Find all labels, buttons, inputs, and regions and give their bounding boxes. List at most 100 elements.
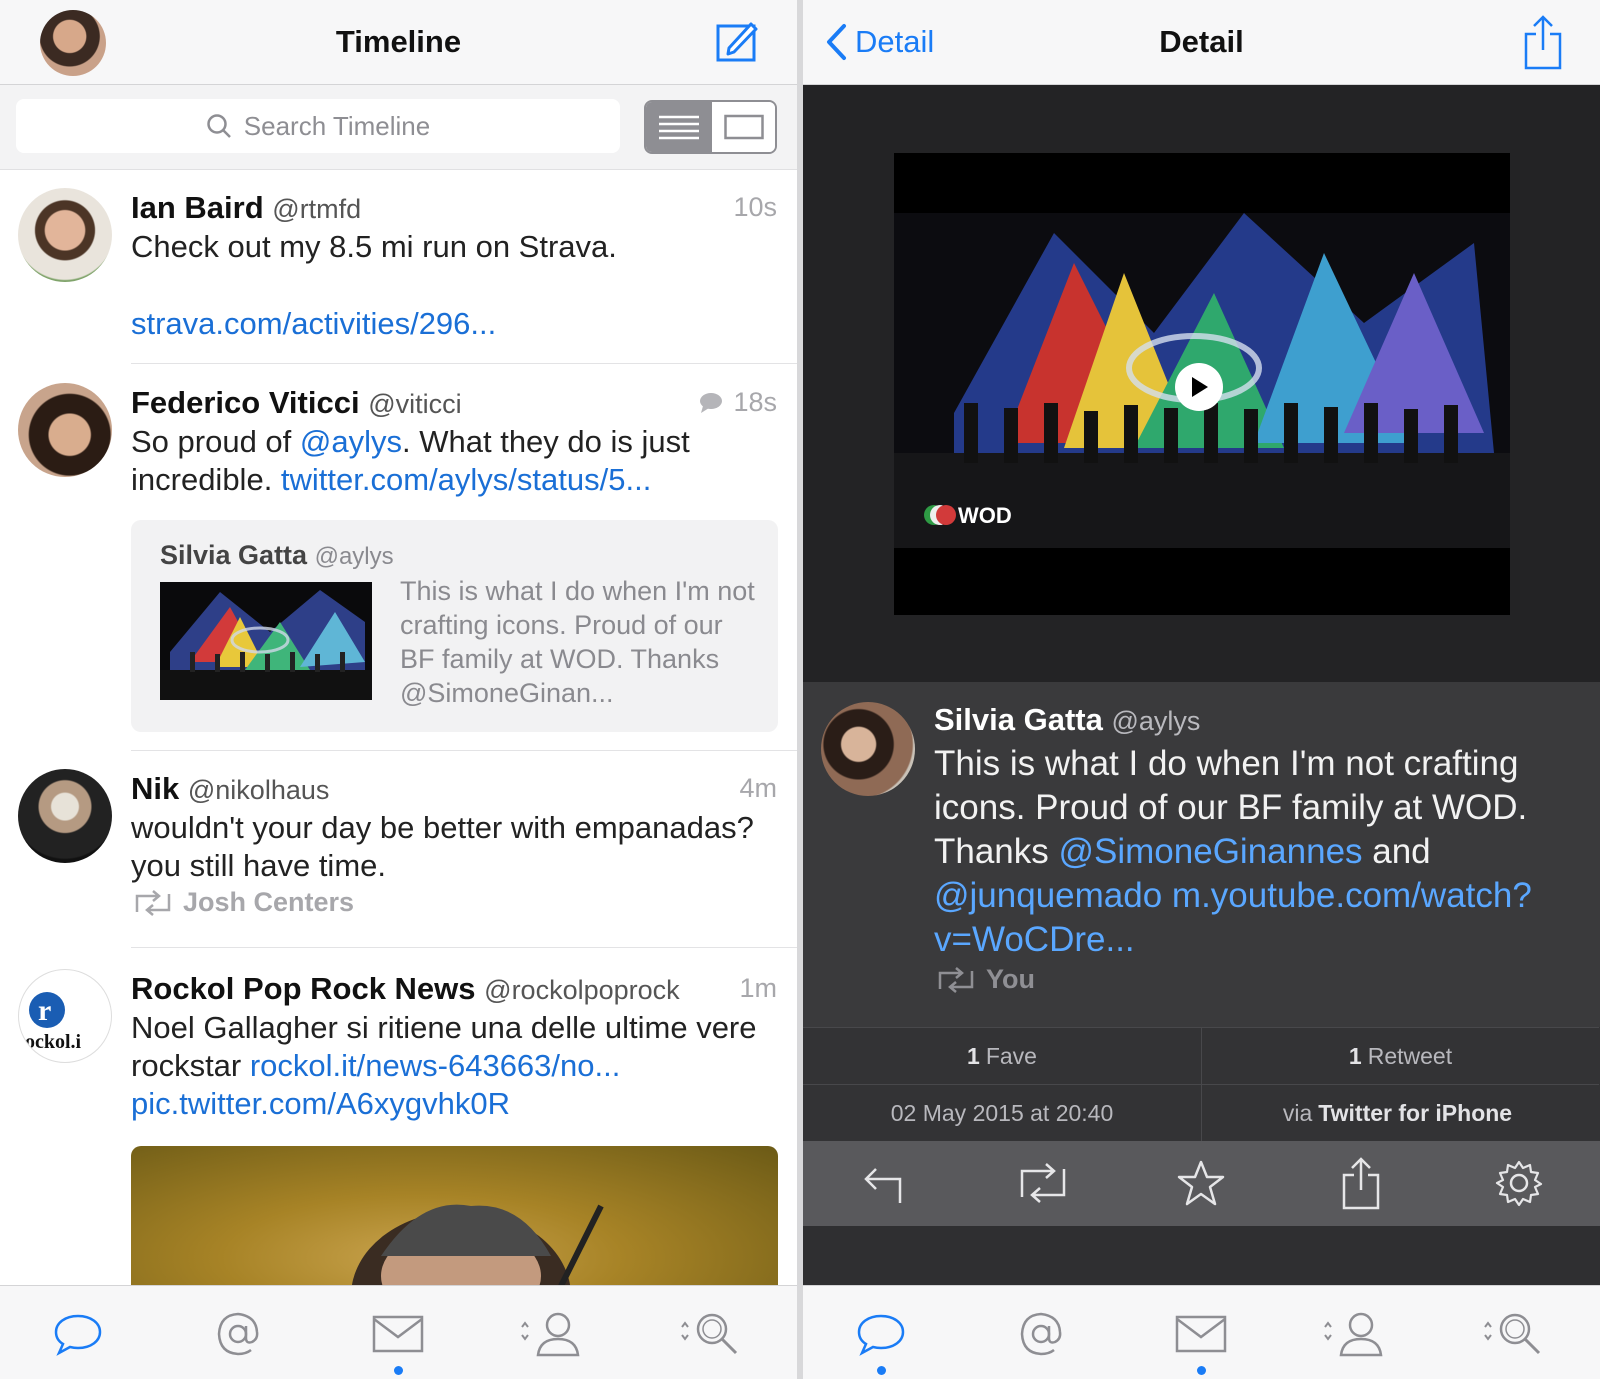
quoted-author: Silvia Gatta @aylys	[160, 540, 394, 571]
avatar[interactable]: r ockol.i	[18, 969, 112, 1063]
page-title: Detail	[1159, 24, 1244, 59]
tweet-link[interactable]: rockol.it/news-643663/no...	[250, 1048, 621, 1083]
timestamp-group: 18s	[699, 387, 777, 418]
active-indicator	[877, 1366, 886, 1375]
timestamp: 1m	[739, 973, 777, 1003]
video-thumbnail[interactable]	[160, 582, 372, 700]
mentions-tab-icon	[217, 1312, 259, 1356]
search-input[interactable]: Search Timeline	[16, 99, 620, 153]
timeline-tab-icon	[54, 1314, 102, 1356]
photo-link[interactable]: pic.twitter.com/A6xygvhk0R	[131, 1086, 510, 1121]
avatar[interactable]	[18, 188, 112, 282]
tab-timeline[interactable]	[851, 1304, 911, 1364]
author-name[interactable]: Silvia Gatta	[934, 702, 1103, 737]
detail-tweet: Silvia Gatta @aylys This is what I do wh…	[803, 682, 1600, 1027]
tab-mentions[interactable]	[1011, 1304, 1071, 1364]
tab-profile[interactable]	[1319, 1304, 1389, 1364]
retweet-button[interactable]	[1013, 1155, 1073, 1211]
retweets-count[interactable]: 1 Retweet	[1201, 1027, 1599, 1084]
view-mode-toggle[interactable]	[644, 100, 777, 154]
tab-messages[interactable]	[1171, 1304, 1231, 1364]
tweet-text-part: So proud of	[131, 424, 300, 459]
avatar[interactable]	[18, 769, 112, 863]
faves-count[interactable]: 1 Fave	[803, 1027, 1201, 1084]
mentions-tab-icon	[1020, 1312, 1062, 1356]
app-root: Timeline Search Timeline Ian Baird @rtmf…	[0, 0, 1600, 1379]
list-view-button[interactable]	[646, 102, 712, 152]
tab-search[interactable]	[1479, 1304, 1549, 1364]
retweet-icon	[1020, 1163, 1066, 1203]
search-icon	[207, 114, 231, 138]
avatar[interactable]	[821, 702, 915, 796]
tweet-text: So proud of @aylys. What they do is just…	[131, 423, 767, 499]
tweet-text: Noel Gallagher si ritiene una delle ulti…	[131, 1009, 767, 1123]
share-icon[interactable]	[1522, 14, 1564, 70]
tweet-date: 02 May 2015 at 20:40	[803, 1084, 1201, 1141]
tab-messages[interactable]	[368, 1304, 428, 1364]
retweeter-name[interactable]: Josh Centers	[183, 887, 354, 918]
card-view-button[interactable]	[712, 102, 775, 152]
retweets-label: Retweet	[1367, 1042, 1453, 1069]
timeline-pane: Timeline Search Timeline Ian Baird @rtmf…	[0, 0, 797, 1379]
via-app: Twitter for iPhone	[1318, 1099, 1513, 1126]
author-handle: @viticci	[368, 389, 462, 419]
star-icon	[1177, 1160, 1225, 1206]
timeline-tab-icon	[857, 1314, 905, 1356]
reply-button[interactable]	[856, 1155, 912, 1211]
video-player[interactable]: WOD	[894, 153, 1510, 615]
favorite-button[interactable]	[1173, 1155, 1229, 1211]
timeline-tweet[interactable]: Nik @nikolhaus 4m wouldn't your day be b…	[0, 751, 797, 949]
profile-tab-icon	[1324, 1312, 1383, 1357]
tab-bar	[0, 1285, 797, 1379]
tweet-text: wouldn't your day be better with empanad…	[131, 810, 754, 883]
tweet-header: Ian Baird @rtmfd	[131, 190, 777, 226]
tweet-link[interactable]: twitter.com/aylys/status/5...	[281, 462, 651, 497]
tab-timeline[interactable]	[48, 1304, 108, 1364]
author-name[interactable]: Rockol Pop Rock News	[131, 971, 476, 1006]
share-icon	[1342, 1157, 1380, 1210]
play-icon	[1192, 377, 1208, 397]
author-name[interactable]: Ian Baird	[131, 190, 264, 225]
play-button[interactable]	[1175, 363, 1223, 411]
tweet-source: via Twitter for iPhone	[1201, 1084, 1599, 1141]
tab-search[interactable]	[676, 1304, 746, 1364]
avatar[interactable]	[18, 383, 112, 477]
tweet-header: Silvia Gatta @aylys	[934, 702, 1200, 738]
tweet-link[interactable]: strava.com/activities/296...	[131, 305, 767, 343]
tweet-text: This is what I do when I'm not crafting …	[934, 742, 1580, 962]
profile-tab-icon	[521, 1312, 580, 1357]
retweet-icon	[135, 889, 171, 916]
author-handle: @nikolhaus	[187, 775, 330, 805]
tweet-text-part: and	[1362, 832, 1431, 871]
timeline-tweet[interactable]: Federico Viticci @viticci 18s So proud o…	[0, 365, 797, 751]
author-handle: @aylys	[1111, 706, 1201, 736]
svg-text:WOD: WOD	[958, 503, 1012, 528]
timestamp: 18s	[733, 387, 777, 417]
card-view-icon	[723, 114, 764, 140]
tab-profile[interactable]	[516, 1304, 586, 1364]
mention-link[interactable]: @aylys	[300, 424, 402, 459]
tab-mentions[interactable]	[208, 1304, 268, 1364]
retweeter-name[interactable]: You	[986, 964, 1035, 995]
detail-pane: Detail Detail WOD Silvia Gatta @aylys Th…	[803, 0, 1600, 1379]
search-tab-icon	[681, 1313, 738, 1355]
retweeted-by: You	[934, 964, 1035, 995]
quoted-tweet[interactable]: Silvia Gatta @aylys This is what I do wh…	[131, 520, 778, 732]
author-name[interactable]: Federico Viticci	[131, 385, 360, 420]
timestamp: 4m	[739, 773, 777, 803]
retweet-icon	[938, 966, 974, 993]
rockol-logo: r ockol.i	[25, 992, 82, 1053]
mention-link[interactable]: @SimoneGinannes	[1059, 832, 1363, 871]
timeline-tweet[interactable]: Ian Baird @rtmfd 10s Check out my 8.5 mi…	[0, 170, 797, 365]
divider	[131, 363, 797, 364]
mention-link[interactable]: @junquemado	[934, 876, 1162, 915]
share-button[interactable]	[1333, 1155, 1389, 1211]
settings-button[interactable]	[1491, 1155, 1547, 1211]
tab-bar	[803, 1285, 1600, 1379]
timeline-navbar: Timeline	[0, 0, 797, 85]
compose-icon[interactable]	[715, 20, 759, 64]
author-name[interactable]: Nik	[131, 771, 179, 806]
retweeted-by: Josh Centers	[131, 887, 354, 918]
messages-tab-icon	[1175, 1315, 1227, 1353]
tweet-photo[interactable]	[131, 1146, 778, 1286]
